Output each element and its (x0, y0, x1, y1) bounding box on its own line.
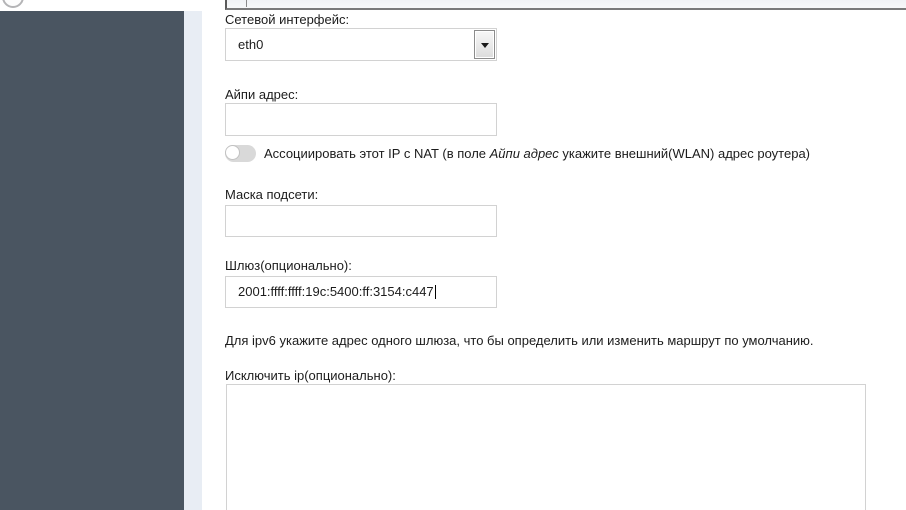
chevron-down-icon (481, 43, 489, 48)
ipv6-note: Для ipv6 укажите адрес одного шлюза, что… (225, 333, 814, 348)
select-dropdown-button[interactable] (474, 30, 495, 59)
ip-address-label: Айпи адрес: (225, 87, 298, 102)
nat-toggle-row: Ассоциировать этот IP с NAT (в поле Айпи… (225, 145, 810, 162)
network-settings-form: Сетевой интерфейс: eth0 Айпи адрес: Ассо… (202, 11, 906, 510)
gateway-label: Шлюз(опционально): (225, 258, 352, 273)
sidebar-gutter (184, 11, 202, 510)
sidebar (0, 11, 184, 510)
text-cursor (435, 285, 436, 299)
nat-label-prefix: Ассоциировать этот IP с NAT (в поле (264, 146, 490, 161)
toggle-knob (225, 145, 240, 160)
nat-toggle-label: Ассоциировать этот IP с NAT (в поле Айпи… (264, 146, 810, 161)
nat-label-italic: Айпи адрес (490, 146, 559, 161)
browser-button-icon[interactable] (2, 0, 24, 8)
ip-address-input[interactable] (225, 103, 497, 136)
network-interface-select[interactable]: eth0 (225, 28, 497, 61)
nat-label-suffix: укажите внешний(WLAN) адрес роутера) (559, 146, 810, 161)
gateway-value: 2001:ffff:ffff:19c:5400:ff:3154:c447 (238, 277, 436, 307)
browser-top-strip (0, 0, 906, 11)
nat-toggle[interactable] (225, 145, 256, 162)
address-bar-caret (246, 0, 247, 7)
screen: Сетевой интерфейс: eth0 Айпи адрес: Ассо… (0, 0, 906, 510)
network-interface-label: Сетевой интерфейс: (225, 12, 349, 27)
exclude-ip-label: Исключить ip(опционально): (225, 368, 396, 383)
subnet-mask-input[interactable] (225, 205, 497, 237)
exclude-ip-textarea[interactable] (226, 384, 866, 510)
subnet-mask-label: Маска подсети: (225, 187, 318, 202)
network-interface-selected-value: eth0 (238, 29, 263, 60)
gateway-input[interactable]: 2001:ffff:ffff:19c:5400:ff:3154:c447 (225, 276, 497, 308)
address-bar[interactable] (225, 0, 906, 10)
